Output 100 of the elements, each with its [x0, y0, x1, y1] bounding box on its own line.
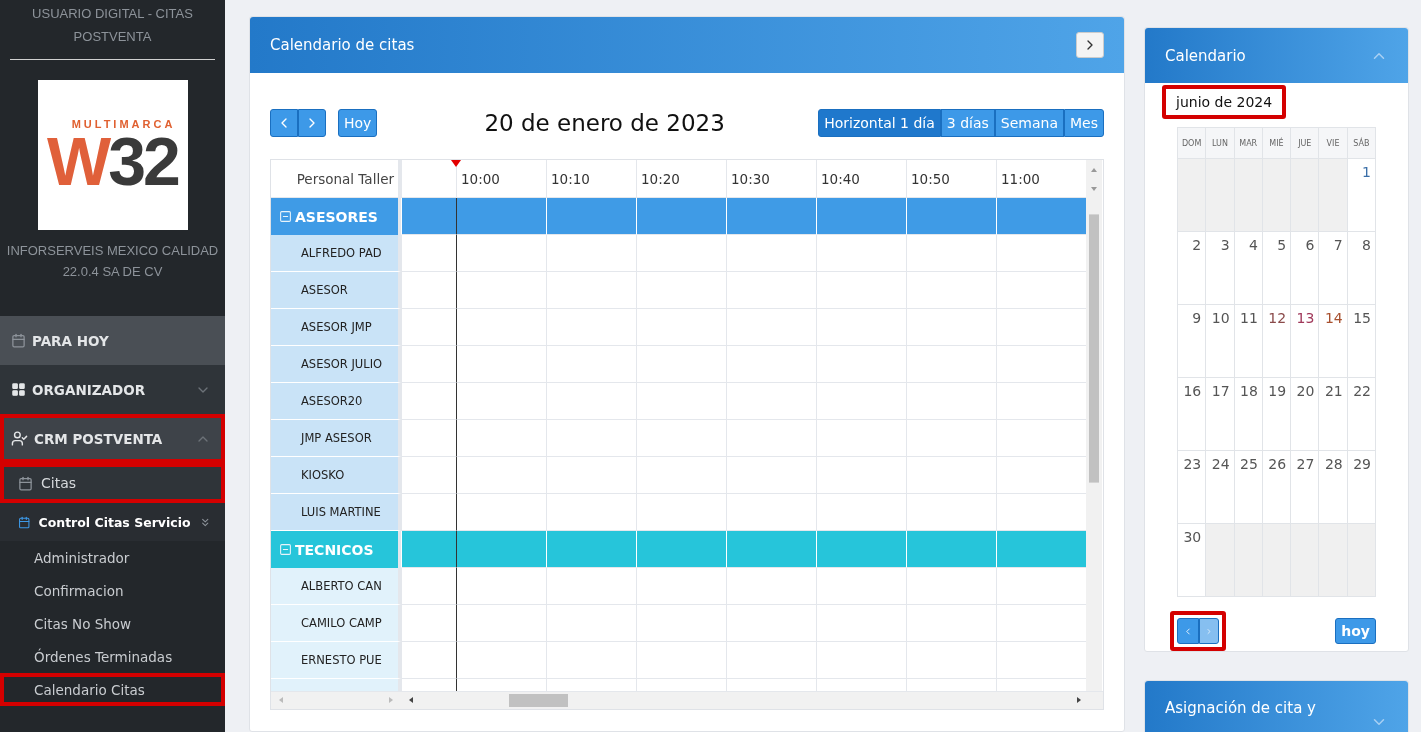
day-cell[interactable]: 9	[1178, 305, 1207, 378]
time-slot[interactable]	[401, 494, 456, 531]
time-slot[interactable]	[456, 457, 546, 494]
day-cell[interactable]: 12	[1262, 305, 1292, 378]
time-slot[interactable]	[546, 272, 636, 309]
view-tab[interactable]: Horizontal 1 día	[818, 109, 941, 137]
menu-item[interactable]: Administrador	[0, 541, 225, 574]
next-button[interactable]	[1199, 618, 1219, 644]
time-slot[interactable]	[906, 383, 996, 420]
time-slot[interactable]	[996, 457, 1086, 494]
day-cell[interactable]: 15	[1347, 305, 1376, 378]
day-cell[interactable]: 6	[1291, 232, 1320, 305]
day-cell[interactable]: 17	[1206, 378, 1235, 451]
time-slot[interactable]	[456, 346, 546, 383]
time-slot[interactable]	[906, 457, 996, 494]
menu-item[interactable]: Control Citas Servicio	[0, 503, 225, 541]
time-slot[interactable]	[996, 383, 1086, 420]
time-slot[interactable]	[816, 235, 906, 272]
time-slot[interactable]	[456, 420, 546, 457]
time-slot[interactable]	[546, 346, 636, 383]
time-slot[interactable]	[726, 420, 816, 457]
time-slot[interactable]	[816, 568, 906, 605]
time-slot[interactable]	[456, 642, 546, 679]
day-cell[interactable]: 22	[1347, 378, 1376, 451]
menu-item[interactable]: Citas	[0, 463, 225, 503]
time-slot[interactable]	[636, 494, 726, 531]
time-slot[interactable]	[816, 383, 906, 420]
time-slot[interactable]	[546, 235, 636, 272]
day-cell[interactable]: 21	[1319, 378, 1348, 451]
time-slot[interactable]	[636, 235, 726, 272]
time-slot[interactable]	[906, 346, 996, 383]
time-slot[interactable]	[401, 235, 456, 272]
time-slot[interactable]	[636, 605, 726, 642]
day-cell[interactable]: 7	[1319, 232, 1348, 305]
time-slot[interactable]	[636, 198, 726, 235]
time-slot[interactable]	[401, 642, 456, 679]
time-slot[interactable]	[456, 494, 546, 531]
time-slot[interactable]	[996, 531, 1086, 568]
time-slot[interactable]	[726, 198, 816, 235]
time-slot[interactable]	[996, 346, 1086, 383]
day-cell[interactable]: 11	[1234, 305, 1263, 378]
time-slot[interactable]	[726, 494, 816, 531]
time-slot[interactable]	[401, 383, 456, 420]
time-slot[interactable]	[401, 198, 456, 235]
day-cell[interactable]: 3	[1206, 232, 1235, 305]
time-slot[interactable]	[726, 309, 816, 346]
time-slot[interactable]	[546, 642, 636, 679]
day-cell[interactable]: 20	[1291, 378, 1320, 451]
time-slot[interactable]	[456, 605, 546, 642]
time-slot[interactable]	[996, 494, 1086, 531]
time-slot[interactable]	[906, 420, 996, 457]
time-slot[interactable]	[456, 235, 546, 272]
time-slot[interactable]	[726, 605, 816, 642]
time-slot[interactable]	[456, 531, 546, 568]
time-slot[interactable]	[906, 309, 996, 346]
time-slot[interactable]	[636, 346, 726, 383]
time-slot[interactable]	[816, 494, 906, 531]
time-slot[interactable]	[546, 420, 636, 457]
previous-button[interactable]	[1177, 618, 1199, 644]
day-cell[interactable]: 5	[1262, 232, 1292, 305]
time-slot[interactable]	[726, 457, 816, 494]
day-cell[interactable]: 1	[1347, 159, 1376, 232]
time-slot[interactable]	[996, 235, 1086, 272]
time-slot[interactable]	[996, 309, 1086, 346]
time-slot[interactable]	[546, 198, 636, 235]
time-slot[interactable]	[401, 531, 456, 568]
time-slot[interactable]	[401, 309, 456, 346]
time-slot[interactable]	[726, 272, 816, 309]
time-slot[interactable]	[906, 494, 996, 531]
time-slot[interactable]	[636, 457, 726, 494]
time-slot[interactable]	[906, 272, 996, 309]
time-slot[interactable]	[401, 457, 456, 494]
time-slot[interactable]	[816, 531, 906, 568]
time-slot[interactable]	[996, 272, 1086, 309]
time-slot[interactable]	[726, 383, 816, 420]
vertical-scrollbar[interactable]	[1086, 198, 1102, 691]
next-button[interactable]	[298, 109, 326, 137]
time-slot[interactable]	[996, 642, 1086, 679]
time-slot[interactable]	[816, 420, 906, 457]
time-slot[interactable]	[816, 309, 906, 346]
time-slot[interactable]	[816, 272, 906, 309]
day-cell[interactable]: 8	[1347, 232, 1376, 305]
time-slot[interactable]	[726, 642, 816, 679]
time-slot[interactable]	[456, 198, 546, 235]
day-cell[interactable]: 14	[1319, 305, 1348, 378]
time-slot[interactable]	[816, 198, 906, 235]
time-slot[interactable]	[816, 457, 906, 494]
menu-item[interactable]: Citas No Show	[0, 607, 225, 640]
menu-section[interactable]: CRM POSTVENTA	[0, 414, 225, 463]
day-cell[interactable]: 13	[1291, 305, 1320, 378]
day-cell[interactable]: 18	[1234, 378, 1263, 451]
menu-item[interactable]: Calendario Citas	[0, 673, 225, 706]
time-slot[interactable]	[996, 198, 1086, 235]
day-cell[interactable]: 19	[1262, 378, 1292, 451]
day-cell[interactable]: 23	[1178, 451, 1207, 524]
menu-section[interactable]: ORGANIZADOR	[0, 365, 225, 414]
time-slot[interactable]	[906, 642, 996, 679]
time-slot[interactable]	[546, 457, 636, 494]
time-slot[interactable]	[996, 568, 1086, 605]
time-slot[interactable]	[456, 383, 546, 420]
